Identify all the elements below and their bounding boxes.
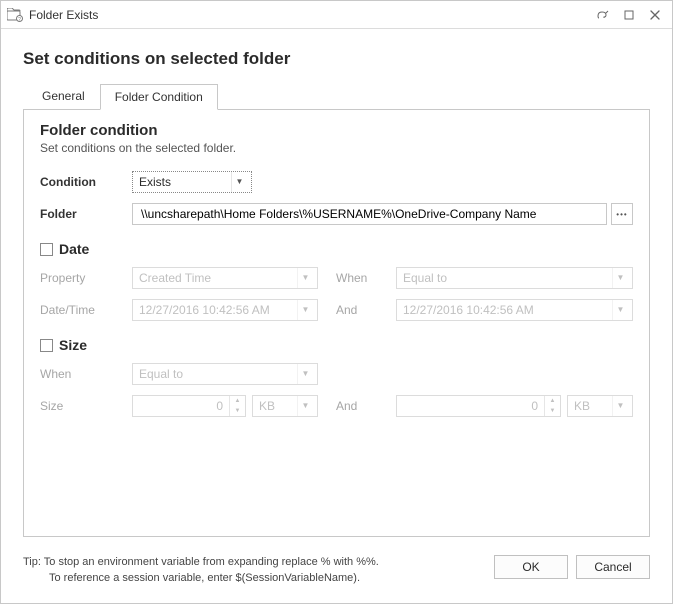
size-value: 0: [133, 399, 229, 413]
ok-button[interactable]: OK: [494, 555, 568, 579]
tip-text: Tip: To stop an environment variable fro…: [23, 555, 486, 587]
condition-value: Exists: [139, 175, 227, 189]
chevron-down-icon: ▼: [612, 268, 628, 288]
window-title: Folder Exists: [29, 8, 98, 22]
size-and-unit-combo: KB ▼: [567, 395, 633, 417]
footer: Tip: To stop an environment variable fro…: [1, 547, 672, 603]
size-group-body: When Equal to ▼ Size 0 ▲▼ KB ▼: [40, 363, 633, 417]
size-group-title: Size: [59, 337, 87, 353]
property-value: Created Time: [139, 271, 293, 285]
date-checkbox[interactable]: [40, 243, 53, 256]
label-and-date: And: [336, 303, 388, 317]
tab-general[interactable]: General: [27, 83, 100, 109]
size-unit-value: KB: [259, 399, 293, 413]
datetime-value: 12/27/2016 10:42:56 AM: [139, 303, 293, 317]
row-condition: Condition Exists ▼: [40, 171, 633, 193]
condition-combo[interactable]: Exists ▼: [132, 171, 252, 193]
panel-title: Folder condition: [40, 122, 633, 139]
close-icon[interactable]: [644, 6, 666, 24]
folder-input-field[interactable]: [139, 206, 600, 222]
size-input: 0 ▲▼: [132, 395, 246, 417]
chevron-down-icon: ▼: [612, 396, 628, 416]
datetime-and-value: 12/27/2016 10:42:56 AM: [403, 303, 608, 317]
label-when: When: [336, 271, 388, 285]
property-combo: Created Time ▼: [132, 267, 318, 289]
window-root: ? Folder Exists Set conditions on select…: [0, 0, 673, 604]
chevron-down-icon: ▼: [297, 300, 313, 320]
size-and-unit-value: KB: [574, 399, 608, 413]
size-when-value: Equal to: [139, 367, 293, 381]
row-folder: Folder •••: [40, 203, 633, 225]
chevron-down-icon: ▼: [231, 172, 247, 192]
label-size-when: When: [40, 367, 132, 381]
chevron-down-icon: ▼: [297, 364, 313, 384]
date-group-title: Date: [59, 241, 89, 257]
chevron-down-icon: ▼: [297, 268, 313, 288]
label-datetime: Date/Time: [40, 303, 132, 317]
label-condition: Condition: [40, 175, 132, 189]
tab-panel-folder-condition: Folder condition Set conditions on the s…: [23, 109, 650, 537]
page-heading: Set conditions on selected folder: [23, 49, 650, 69]
label-folder: Folder: [40, 207, 132, 221]
maximize-icon[interactable]: [618, 6, 640, 24]
size-checkbox[interactable]: [40, 339, 53, 352]
tip-line2: To reference a session variable, enter $…: [49, 572, 360, 584]
spinner-icon: ▲▼: [229, 396, 245, 416]
spinner-icon: ▲▼: [544, 396, 560, 416]
label-and-size: And: [336, 399, 388, 413]
datetime-and-combo: 12/27/2016 10:42:56 AM ▼: [396, 299, 633, 321]
date-group-body: Property Created Time ▼ When Equal to ▼ …: [40, 267, 633, 321]
chevron-down-icon: ▼: [297, 396, 313, 416]
label-size: Size: [40, 399, 132, 413]
date-when-value: Equal to: [403, 271, 608, 285]
content-area: Set conditions on selected folder Genera…: [1, 29, 672, 547]
date-group-toggle[interactable]: Date: [40, 241, 633, 257]
svg-text:?: ?: [18, 17, 21, 22]
tab-strip: General Folder Condition: [23, 83, 650, 109]
folder-exists-icon: ?: [7, 8, 23, 22]
cancel-button[interactable]: Cancel: [576, 555, 650, 579]
size-unit-combo: KB ▼: [252, 395, 318, 417]
panel-subtitle: Set conditions on the selected folder.: [40, 141, 633, 155]
size-group-toggle[interactable]: Size: [40, 337, 633, 353]
help-icon[interactable]: [592, 6, 614, 24]
size-and-value: 0: [397, 399, 544, 413]
tab-folder-condition[interactable]: Folder Condition: [100, 84, 218, 110]
date-when-combo: Equal to ▼: [396, 267, 633, 289]
tip-line1: Tip: To stop an environment variable fro…: [23, 556, 379, 568]
size-and-input: 0 ▲▼: [396, 395, 561, 417]
label-property: Property: [40, 271, 132, 285]
chevron-down-icon: ▼: [612, 300, 628, 320]
browse-button[interactable]: •••: [611, 203, 633, 225]
datetime-combo: 12/27/2016 10:42:56 AM ▼: [132, 299, 318, 321]
size-when-combo: Equal to ▼: [132, 363, 318, 385]
folder-input[interactable]: [132, 203, 607, 225]
titlebar: ? Folder Exists: [1, 1, 672, 29]
